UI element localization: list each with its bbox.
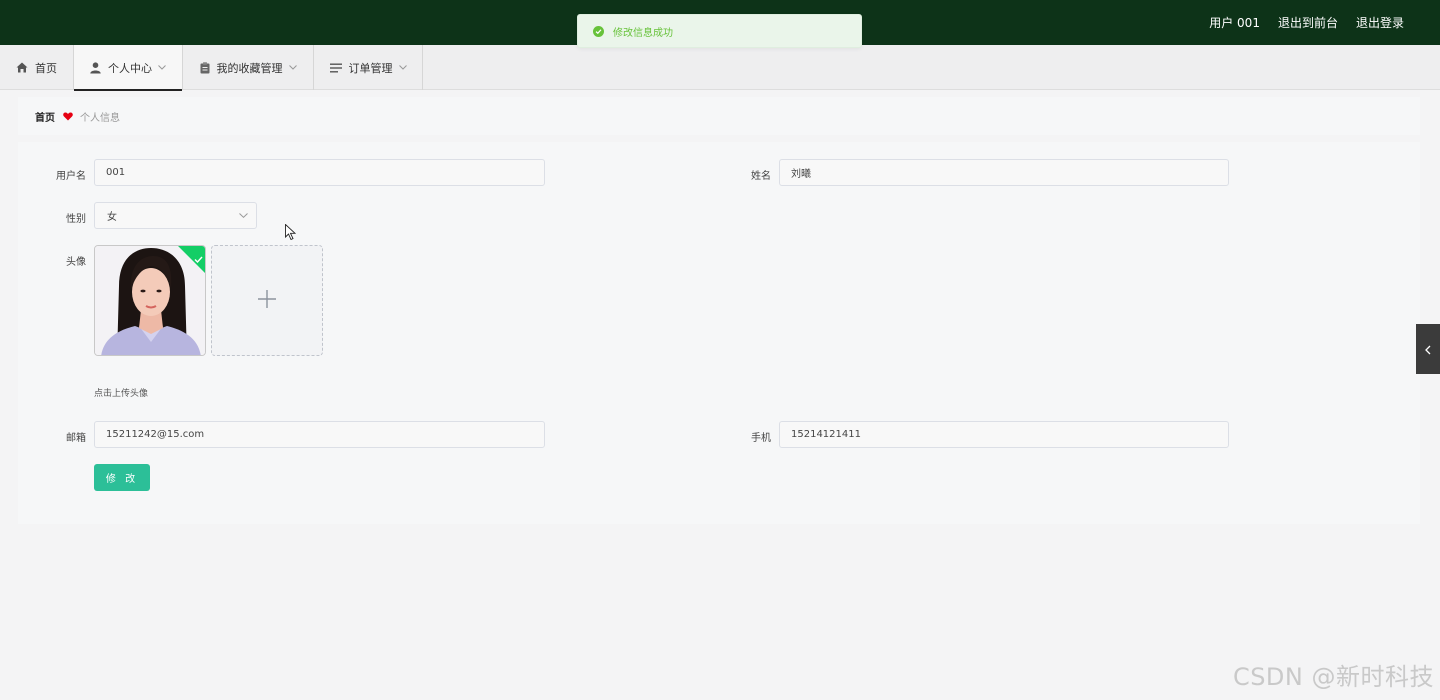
header-username: 用户 001 (1209, 16, 1260, 30)
nav-item-favorites[interactable]: 我的收藏管理 (183, 45, 314, 90)
heart-icon (63, 112, 73, 121)
success-check-icon (593, 25, 604, 37)
chevron-down-icon (239, 210, 248, 221)
check-icon (194, 248, 203, 267)
gender-select-value: 女 (107, 212, 117, 223)
nav-item-home[interactable]: 首页 (0, 45, 74, 90)
home-icon (16, 62, 28, 73)
header-user-actions: 用户 001 退出到前台 退出登录 (1209, 0, 1404, 45)
avatar-upload-button[interactable] (211, 245, 323, 356)
list-icon (329, 63, 342, 73)
email-input[interactable]: 15211242@15.com (94, 421, 545, 448)
nav-item-label: 首页 (35, 61, 57, 75)
username-label: 用户名 (56, 171, 86, 182)
chevron-down-icon (288, 65, 297, 70)
back-to-front-link[interactable]: 退出到前台 (1278, 14, 1338, 31)
portrait-illustration (95, 246, 205, 355)
clipboard-icon (200, 61, 210, 74)
chevron-down-icon (158, 65, 166, 70)
breadcrumb: 首页 个人信息 (18, 97, 1420, 135)
username-input[interactable]: 001 (94, 159, 545, 186)
email-label: 邮箱 (66, 433, 86, 444)
avatar-label: 头像 (66, 257, 86, 268)
user-icon (90, 61, 101, 74)
chevron-left-icon (1425, 340, 1431, 359)
gender-select[interactable]: 女 (94, 202, 257, 229)
toast-message: 修改信息成功 (613, 27, 673, 39)
nav-item-orders[interactable]: 订单管理 (314, 45, 423, 90)
gender-label: 性别 (66, 214, 86, 225)
submit-button[interactable]: 修 改 (94, 464, 150, 491)
nav-item-label: 订单管理 (348, 61, 393, 75)
nav-item-label: 个人中心 (108, 61, 152, 75)
nav-item-label: 我的收藏管理 (216, 61, 283, 75)
side-panel-toggle[interactable] (1416, 324, 1440, 374)
watermark: CSDN @新时科技 (1232, 663, 1434, 691)
name-label: 姓名 (751, 171, 771, 182)
profile-form: 用户名 001 姓名 刘曦 性别 女 头像 点击上传头像 邮箱 15211242… (18, 142, 1420, 524)
chevron-down-icon (398, 65, 407, 70)
name-input[interactable]: 刘曦 (779, 159, 1229, 186)
mouse-cursor-icon (285, 223, 297, 244)
main-nav: 首页 个人中心 我的收藏管理 订单管理 (0, 45, 1440, 91)
breadcrumb-home[interactable]: 首页 (35, 109, 55, 124)
avatar-image[interactable] (94, 245, 206, 356)
upload-tip: 点击上传头像 (94, 389, 149, 399)
logout-link[interactable]: 退出登录 (1356, 14, 1404, 31)
plus-icon (258, 289, 276, 312)
breadcrumb-current: 个人信息 (80, 112, 120, 124)
phone-input[interactable]: 15214121411 (779, 421, 1229, 448)
phone-label: 手机 (751, 433, 771, 444)
nav-item-personal-center[interactable]: 个人中心 (74, 45, 183, 91)
success-toast: 修改信息成功 (577, 14, 862, 48)
